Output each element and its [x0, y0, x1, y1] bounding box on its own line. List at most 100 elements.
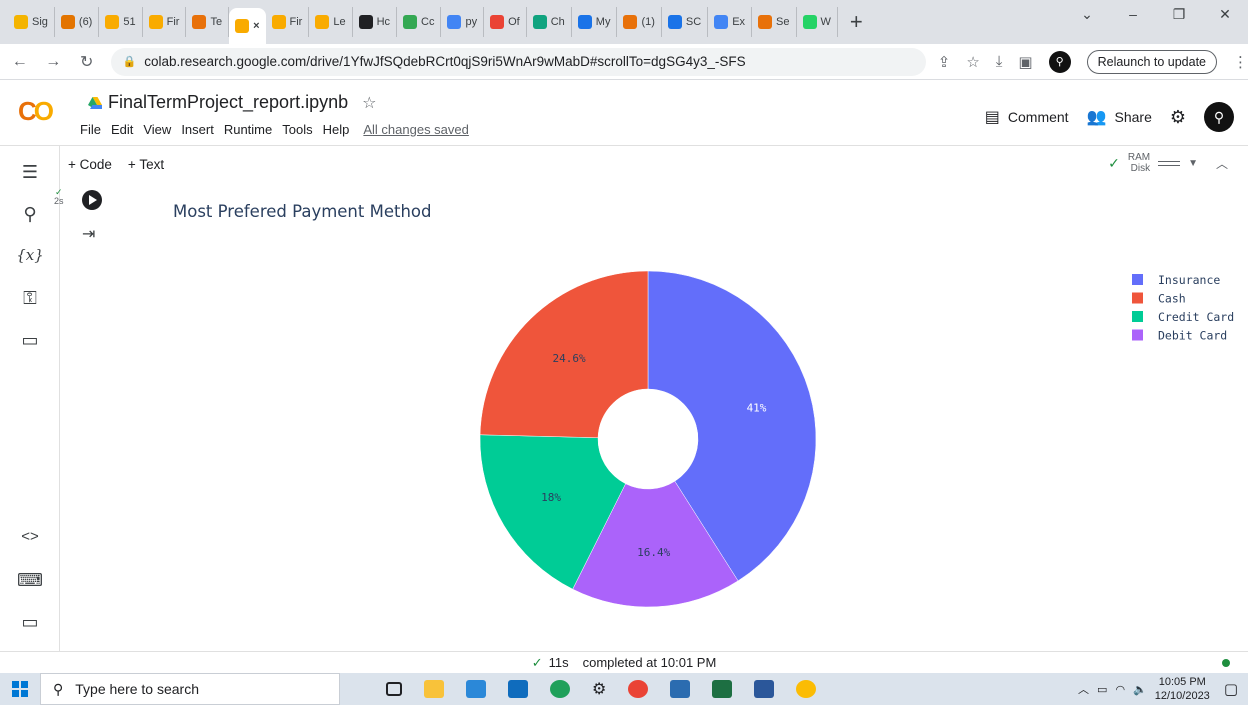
download-icon[interactable]: ⤓: [996, 53, 1003, 70]
reload-icon[interactable]: ↻: [73, 52, 101, 72]
secrets-key-icon[interactable]: ⚿: [0, 288, 60, 309]
notebook-title[interactable]: FinalTermProject_report.ipynb: [108, 92, 348, 113]
share-page-icon[interactable]: ⇪: [938, 53, 951, 71]
user-avatar[interactable]: ⚲: [1204, 102, 1234, 132]
browser-tab[interactable]: Fir: [266, 7, 310, 37]
tab-favicon-icon: [403, 15, 418, 29]
legend-label[interactable]: Credit Card: [1158, 310, 1234, 324]
relaunch-button[interactable]: Relaunch to update: [1086, 49, 1218, 74]
resource-monitor[interactable]: ✓ RAM Disk ▼ ︿: [1108, 152, 1228, 174]
taskbar-search-input[interactable]: ⚲ Type here to search: [40, 673, 340, 705]
search-icon[interactable]: ⚲: [0, 204, 60, 225]
settings-icon[interactable]: ⚙: [592, 679, 606, 699]
code-snippets-icon[interactable]: <>: [0, 528, 60, 545]
excel-icon[interactable]: [712, 680, 733, 698]
add-text-button[interactable]: + Text: [128, 157, 164, 172]
menu-item-edit[interactable]: Edit: [111, 122, 133, 137]
word-icon[interactable]: [754, 680, 775, 698]
browser-tab[interactable]: Le: [309, 7, 353, 37]
more-menu-icon[interactable]: ⋮: [1233, 53, 1248, 71]
file-explorer-icon[interactable]: [424, 680, 444, 698]
windows-taskbar: ⚲ Type here to search ⚙ ︿ ▭ ◠ 🔈 10:05 PM…: [0, 673, 1248, 705]
tab-label: (1): [641, 16, 655, 28]
bookmark-star-icon[interactable]: ☆: [966, 53, 979, 71]
chrome-icon[interactable]: [628, 680, 649, 698]
browser-tab[interactable]: W: [797, 7, 838, 37]
browser-tab[interactable]: Hc: [353, 7, 398, 37]
legend-label[interactable]: Cash: [1158, 292, 1186, 306]
clock[interactable]: 10:05 PM 12/10/2023: [1155, 675, 1210, 703]
add-code-button[interactable]: + Code: [68, 157, 112, 172]
table-of-contents-icon[interactable]: ☰: [0, 162, 60, 183]
volume-icon[interactable]: 🔈: [1133, 683, 1147, 696]
minimize-icon[interactable]: –: [1110, 6, 1156, 23]
windows-start-icon[interactable]: [0, 681, 40, 697]
collapse-chevron-icon[interactable]: ︿: [1216, 155, 1228, 172]
legend-swatch[interactable]: [1132, 329, 1143, 341]
chrome-profile-icon[interactable]: [796, 680, 817, 698]
colab-logo[interactable]: CO: [18, 96, 54, 127]
browser-tab[interactable]: (1): [617, 7, 662, 37]
browser-tab[interactable]: Te: [186, 7, 230, 37]
url-input[interactable]: 🔒 colab.research.google.com/drive/1YfwJf…: [110, 47, 926, 76]
share-button[interactable]: 👥 Share: [1087, 107, 1152, 127]
menu-item-insert[interactable]: Insert: [181, 122, 214, 137]
back-icon[interactable]: ←: [6, 53, 34, 71]
menu-item-tools[interactable]: Tools: [282, 122, 312, 137]
slice-label: 41%: [747, 401, 767, 414]
settings-gear-icon[interactable]: ⚙: [1170, 107, 1186, 128]
store-icon[interactable]: [466, 680, 486, 698]
dropdown-icon[interactable]: ▼: [1188, 158, 1198, 169]
task-view-icon[interactable]: [386, 682, 402, 696]
comment-button[interactable]: ▤ Comment: [985, 107, 1069, 127]
battery-icon[interactable]: ▭: [1097, 683, 1107, 696]
vscode-icon[interactable]: [670, 680, 691, 698]
terminal-icon[interactable]: ▭: [0, 612, 60, 633]
tab-favicon-icon: [447, 15, 462, 29]
side-panel-icon[interactable]: ▣: [1018, 53, 1032, 71]
close-window-icon[interactable]: ✕: [1202, 6, 1248, 23]
browser-tab[interactable]: Sig: [8, 7, 55, 37]
menu-item-file[interactable]: File: [80, 122, 101, 137]
browser-tab[interactable]: Cc: [397, 7, 442, 37]
browser-tab[interactable]: SC: [662, 7, 709, 37]
legend-label[interactable]: Debit Card: [1158, 329, 1227, 343]
mail-icon[interactable]: [508, 680, 528, 698]
save-status-link[interactable]: All changes saved: [363, 122, 469, 137]
star-icon[interactable]: ☆: [362, 93, 376, 113]
legend-swatch[interactable]: [1132, 311, 1143, 322]
wifi-icon[interactable]: ◠: [1115, 683, 1125, 696]
legend-label[interactable]: Insurance: [1158, 273, 1220, 287]
new-tab-button[interactable]: +: [838, 9, 875, 35]
browser-tab[interactable]: My: [572, 7, 618, 37]
edge-icon[interactable]: [550, 680, 570, 698]
profile-avatar[interactable]: ⚲: [1048, 50, 1071, 73]
browser-tab[interactable]: (6): [55, 7, 100, 37]
restore-icon[interactable]: ❐: [1156, 6, 1202, 23]
clock-date: 12/10/2023: [1154, 690, 1210, 702]
variables-icon[interactable]: {x}: [0, 246, 60, 264]
tab-favicon-icon: [14, 15, 28, 29]
tab-search-icon[interactable]: ⌄: [1064, 6, 1110, 23]
browser-tab[interactable]: Fir: [143, 7, 187, 37]
browser-tab[interactable]: py: [441, 7, 485, 37]
browser-tab[interactable]: Se: [752, 7, 797, 37]
browser-tab[interactable]: ×: [229, 8, 266, 44]
legend-swatch[interactable]: [1132, 274, 1143, 285]
files-folder-icon[interactable]: ▭: [0, 330, 60, 351]
tab-favicon-icon: [105, 15, 120, 29]
command-palette-icon[interactable]: ⌨: [0, 570, 60, 591]
tab-label: Te: [210, 16, 223, 28]
menu-item-view[interactable]: View: [143, 122, 171, 137]
browser-tab[interactable]: 51: [99, 7, 143, 37]
menu-item-runtime[interactable]: Runtime: [224, 122, 272, 137]
browser-tab[interactable]: Ch: [527, 7, 572, 37]
notifications-icon[interactable]: ▢: [1224, 680, 1238, 698]
forward-icon[interactable]: →: [40, 53, 68, 71]
browser-tab[interactable]: Ex: [708, 7, 753, 37]
browser-tab[interactable]: Of: [484, 7, 527, 37]
menu-item-help[interactable]: Help: [323, 122, 350, 137]
legend-swatch[interactable]: [1132, 292, 1143, 304]
taskbar-search-placeholder: Type here to search: [75, 681, 200, 697]
tray-chevron-icon[interactable]: ︿: [1078, 681, 1089, 697]
